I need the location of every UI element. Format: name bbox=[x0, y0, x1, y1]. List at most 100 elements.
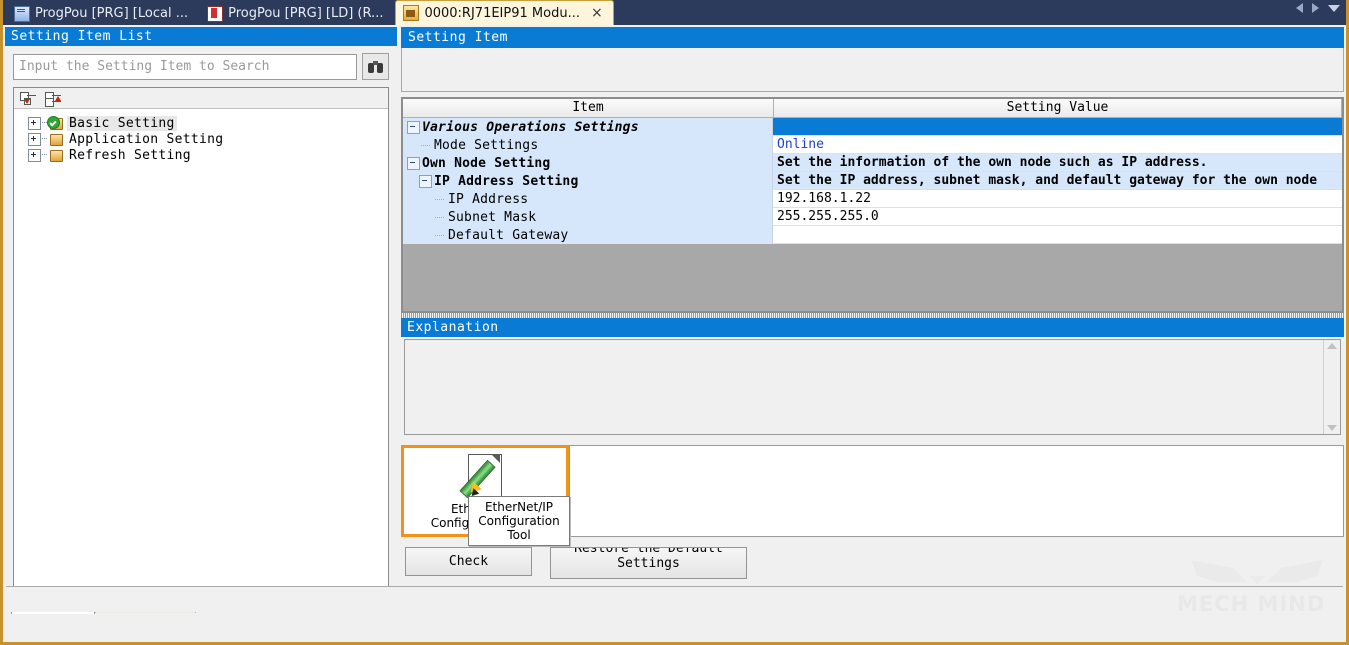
search-row: Input the Setting Item to Search bbox=[5, 46, 397, 84]
tab-list-dropdown-icon[interactable] bbox=[1328, 5, 1340, 12]
check-green-icon bbox=[48, 116, 63, 130]
status-bar: MECH MIND bbox=[6, 586, 1343, 612]
binoculars-find-icon bbox=[368, 61, 383, 73]
setting-item-title: Setting Item bbox=[401, 27, 1344, 48]
expander-minus-icon[interactable] bbox=[407, 157, 420, 170]
grid-cell-item[interactable]: Mode Settings bbox=[403, 136, 773, 154]
document-pencil-icon bbox=[464, 454, 506, 498]
tree-item-refresh-setting[interactable]: Refresh Setting bbox=[18, 147, 384, 163]
tree-item-label: Refresh Setting bbox=[67, 148, 193, 163]
scroll-up-chevron-icon[interactable] bbox=[1327, 343, 1337, 349]
setting-tree: Basic Setting Application Setting Refres… bbox=[14, 109, 388, 588]
scroll-down-chevron-icon[interactable] bbox=[1327, 425, 1337, 431]
tree-item-label: Basic Setting bbox=[67, 116, 177, 131]
tab-close-icon[interactable]: × bbox=[591, 6, 603, 20]
expander-minus-icon[interactable] bbox=[419, 175, 432, 188]
grid-cell-item[interactable]: Default Gateway bbox=[403, 226, 773, 244]
tab-progpou-local[interactable]: ProgPou [PRG] [Local ... bbox=[7, 2, 198, 25]
grid-cell-value[interactable] bbox=[773, 226, 1342, 244]
tree-item-basic-setting[interactable]: Basic Setting bbox=[18, 115, 384, 131]
grid-empty-area bbox=[403, 244, 1342, 311]
grid-cell-value[interactable]: Set the information of the own node such… bbox=[773, 154, 1342, 172]
setting-item-list-title: Setting Item List bbox=[5, 27, 397, 46]
tab-label: ProgPou [PRG] [LD] (R... bbox=[228, 6, 383, 21]
nav-next-icon[interactable] bbox=[1312, 3, 1319, 13]
grid-cell-item[interactable]: Various Operations Settings bbox=[403, 118, 773, 136]
tree-item-label: Application Setting bbox=[67, 132, 225, 147]
grid-header-row: Item Setting Value bbox=[403, 99, 1342, 118]
table-row[interactable]: Mode Settings Online bbox=[403, 136, 1342, 154]
expand-all-icon[interactable] bbox=[45, 92, 62, 105]
explanation-scrollbar[interactable] bbox=[1323, 340, 1340, 434]
tab-rj71eip91-module[interactable]: 0000:RJ71EIP91 Modu... × bbox=[395, 0, 613, 25]
setting-item-pane: Setting Item Item Setting Value Various … bbox=[401, 27, 1344, 613]
grid-cell-item[interactable]: IP Address Setting bbox=[403, 172, 773, 190]
tree-connector bbox=[435, 230, 446, 241]
explanation-body bbox=[404, 339, 1341, 435]
expander-minus-icon[interactable] bbox=[407, 121, 420, 134]
tree-toolbar bbox=[14, 88, 388, 109]
tool-panel-empty-area bbox=[569, 445, 1344, 537]
settings-grid: Item Setting Value Various Operations Se… bbox=[401, 97, 1344, 313]
module-gold-icon bbox=[403, 5, 419, 21]
bag-gold-icon bbox=[48, 148, 63, 162]
search-button[interactable] bbox=[362, 53, 389, 80]
check-button[interactable]: Check bbox=[405, 547, 532, 576]
setting-tree-box: Basic Setting Application Setting Refres… bbox=[13, 87, 389, 589]
expander-plus-icon[interactable] bbox=[28, 133, 41, 146]
nav-prev-icon[interactable] bbox=[1296, 3, 1303, 13]
setting-item-list-pane: Setting Item List Input the Setting Item… bbox=[5, 27, 397, 613]
document-tab-bar: ProgPou [PRG] [Local ... ProgPou [PRG] [… bbox=[3, 0, 1346, 25]
collapse-all-icon[interactable] bbox=[20, 92, 37, 105]
tab-label: 0000:RJ71EIP91 Modu... bbox=[424, 6, 580, 21]
row-item-label: IP Address Setting bbox=[434, 174, 578, 189]
setting-item-toolbar bbox=[401, 48, 1344, 92]
tab-label: ProgPou [PRG] [Local ... bbox=[35, 6, 188, 21]
search-input[interactable]: Input the Setting Item to Search bbox=[13, 54, 357, 80]
expander-plus-icon[interactable] bbox=[28, 149, 41, 162]
row-item-label: Mode Settings bbox=[434, 138, 538, 153]
row-item-label: Own Node Setting bbox=[422, 156, 550, 171]
ethernet-ip-configuration-tool-button[interactable]: EtherNet/IP Configuration Tool EtherNet/… bbox=[401, 445, 569, 537]
grid-cell-value[interactable]: Online bbox=[773, 136, 1342, 154]
ladder-red-icon bbox=[207, 6, 223, 22]
row-item-label: Default Gateway bbox=[448, 228, 568, 243]
bag-gold-icon bbox=[48, 132, 63, 146]
tool-button-row: EtherNet/IP Configuration Tool EtherNet/… bbox=[401, 445, 1344, 537]
restore-defaults-button[interactable]: Restore the Default Settings bbox=[550, 547, 747, 579]
grid-cell-item[interactable]: Subnet Mask bbox=[403, 208, 773, 226]
grid-cell-item[interactable]: IP Address bbox=[403, 190, 773, 208]
table-row[interactable]: Default Gateway bbox=[403, 226, 1342, 244]
row-item-label: Subnet Mask bbox=[448, 210, 536, 225]
watermark: MECH MIND bbox=[1177, 558, 1337, 616]
application-window: ProgPou [PRG] [Local ... ProgPou [PRG] [… bbox=[0, 0, 1349, 645]
watermark-text: MECH MIND bbox=[1177, 592, 1325, 616]
grid-cell-value[interactable]: 255.255.255.0 bbox=[773, 208, 1342, 226]
workspace: Setting Item List Input the Setting Item… bbox=[3, 25, 1346, 615]
tab-progpou-ld[interactable]: ProgPou [PRG] [LD] (R... bbox=[200, 2, 393, 25]
tree-connector bbox=[42, 154, 47, 156]
table-row[interactable]: Various Operations Settings bbox=[403, 118, 1342, 136]
table-row[interactable]: Own Node Setting Set the information of … bbox=[403, 154, 1342, 172]
table-row[interactable]: Subnet Mask 255.255.255.0 bbox=[403, 208, 1342, 226]
grid-cell-item[interactable]: Own Node Setting bbox=[403, 154, 773, 172]
grid-cell-value[interactable]: 192.168.1.22 bbox=[773, 190, 1342, 208]
expander-plus-icon[interactable] bbox=[28, 117, 41, 130]
tooltip: EtherNet/IP Configuration Tool bbox=[468, 496, 570, 546]
row-item-label: Various Operations Settings bbox=[422, 120, 639, 135]
program-blue-icon bbox=[14, 6, 30, 22]
tree-connector bbox=[421, 140, 432, 151]
table-row[interactable]: IP Address Setting Set the IP address, s… bbox=[403, 172, 1342, 190]
tab-navigation bbox=[1296, 3, 1340, 13]
row-item-label: IP Address bbox=[448, 192, 528, 207]
explanation-title: Explanation bbox=[401, 318, 1344, 337]
table-row[interactable]: IP Address 192.168.1.22 bbox=[403, 190, 1342, 208]
grid-cell-value[interactable] bbox=[773, 118, 1342, 136]
tree-item-application-setting[interactable]: Application Setting bbox=[18, 131, 384, 147]
tree-connector bbox=[42, 138, 47, 140]
column-header-setting-value[interactable]: Setting Value bbox=[774, 99, 1342, 118]
grid-cell-value[interactable]: Set the IP address, subnet mask, and def… bbox=[773, 172, 1342, 190]
tree-connector bbox=[435, 194, 446, 205]
mech-mind-logo-icon bbox=[1187, 558, 1327, 590]
column-header-item[interactable]: Item bbox=[403, 99, 774, 118]
